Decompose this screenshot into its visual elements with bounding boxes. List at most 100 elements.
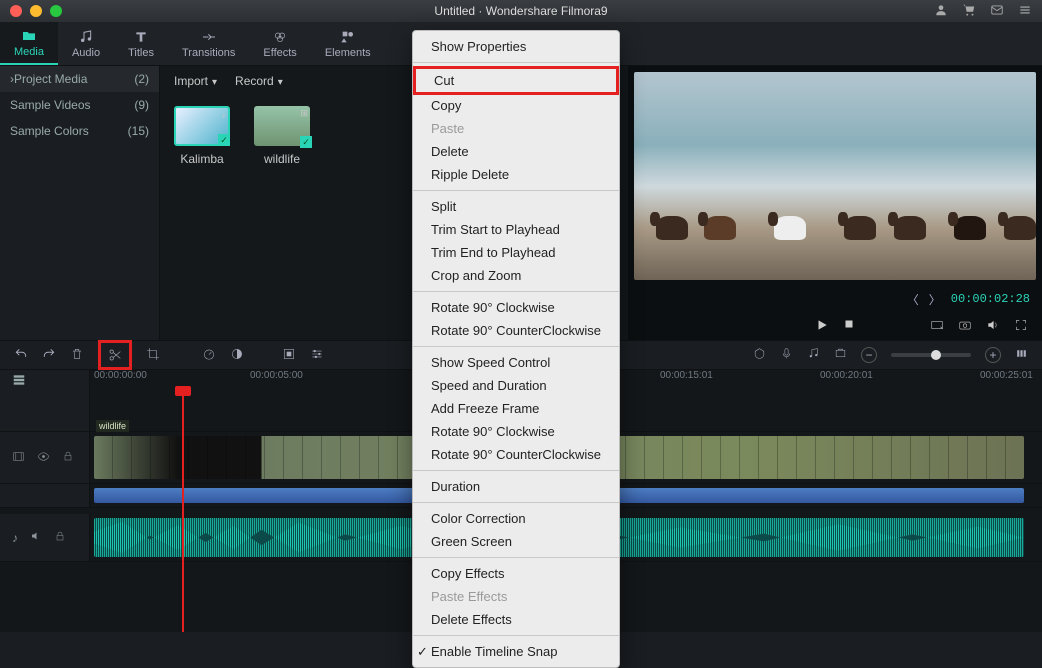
menu-item[interactable]: Enable Timeline Snap <box>413 640 619 663</box>
zoom-out-button[interactable]: − <box>861 347 877 363</box>
stop-button[interactable] <box>843 318 855 335</box>
menu-separator <box>413 190 619 191</box>
lock-icon[interactable] <box>62 450 74 465</box>
preview-panel: 〈 〉 00:00:02:28 <box>628 66 1042 340</box>
close-window-button[interactable] <box>10 5 22 17</box>
color-button[interactable] <box>230 347 244 364</box>
render-icon[interactable] <box>834 347 847 363</box>
zoom-in-button[interactable]: + <box>985 347 1001 363</box>
delete-button[interactable] <box>70 347 84 364</box>
sidebar-item-label: Project Media <box>14 72 87 86</box>
menu-item[interactable]: Green Screen <box>413 530 619 553</box>
menu-separator <box>413 346 619 347</box>
prev-frame-icon[interactable]: 〈 <box>907 291 919 308</box>
tab-effects[interactable]: Effects <box>249 22 310 65</box>
preview-viewport[interactable] <box>634 72 1036 280</box>
sidebar-count: (9) <box>134 98 149 112</box>
tab-label: Transitions <box>182 47 235 59</box>
next-frame-icon[interactable]: 〉 <box>929 291 941 308</box>
speaker-icon[interactable] <box>30 530 42 545</box>
menu-item[interactable]: Rotate 90° Clockwise <box>413 420 619 443</box>
sidebar-item-sample-colors[interactable]: Sample Colors(15) <box>0 118 159 144</box>
zoom-slider[interactable] <box>891 353 971 357</box>
settings-icon[interactable] <box>1018 3 1032 20</box>
playhead[interactable] <box>182 392 184 632</box>
chevron-down-icon: ▾ <box>278 77 283 88</box>
media-clip[interactable]: ♪✓ Kalimba <box>174 106 230 166</box>
crop-button[interactable] <box>146 347 160 364</box>
menu-item[interactable]: Rotate 90° Clockwise <box>413 296 619 319</box>
checkmark-icon: ✓ <box>218 134 230 146</box>
ruler-mark: 00:00:05:00 <box>250 370 303 381</box>
screenshot-export-icon[interactable] <box>930 318 944 335</box>
zoom-fit-icon[interactable] <box>1015 347 1028 363</box>
menu-item[interactable]: Add Freeze Frame <box>413 397 619 420</box>
sidebar-item-label: Sample Videos <box>10 98 91 112</box>
menu-item[interactable]: Rotate 90° CounterClockwise <box>413 443 619 466</box>
fullscreen-icon[interactable] <box>1014 318 1028 335</box>
import-dropdown[interactable]: Import▾ <box>174 74 217 88</box>
menu-separator <box>413 557 619 558</box>
sidebar-item-label: Sample Colors <box>10 124 89 138</box>
media-clip[interactable]: ⊞✓ wildlife <box>254 106 310 166</box>
record-label: Record <box>235 74 274 88</box>
filmstrip-icon[interactable] <box>12 450 25 466</box>
eye-icon[interactable] <box>37 450 50 466</box>
tab-media[interactable]: Media <box>0 22 58 65</box>
track-manager-icon[interactable] <box>12 373 26 390</box>
menu-item: Paste <box>413 117 619 140</box>
menu-item[interactable]: Duration <box>413 475 619 498</box>
ruler-mark: 00:00:20:01 <box>820 370 873 381</box>
clip-label: wildlife <box>96 420 129 432</box>
checkmark-icon: ✓ <box>300 136 312 148</box>
undo-button[interactable] <box>14 347 28 364</box>
tab-elements[interactable]: Elements <box>311 22 385 65</box>
marker-icon[interactable] <box>753 347 766 363</box>
menu-item[interactable]: Rotate 90° CounterClockwise <box>413 319 619 342</box>
menu-item[interactable]: Show Properties <box>413 35 619 58</box>
voiceover-icon[interactable] <box>780 347 793 363</box>
sidebar-item-project-media[interactable]: ›Project Media(2) <box>0 66 159 92</box>
menu-item[interactable]: Copy Effects <box>413 562 619 585</box>
tab-titles[interactable]: Titles <box>114 22 168 65</box>
menu-item[interactable]: Speed and Duration <box>413 374 619 397</box>
menu-separator <box>413 470 619 471</box>
menu-item[interactable]: Show Speed Control <box>413 351 619 374</box>
ruler-mark: 00:00:15:01 <box>660 370 713 381</box>
account-icon[interactable] <box>934 3 948 20</box>
speed-button[interactable] <box>202 347 216 364</box>
music-icon[interactable] <box>807 347 820 363</box>
mail-icon[interactable] <box>990 3 1004 20</box>
menu-item[interactable]: Ripple Delete <box>413 163 619 186</box>
minimize-window-button[interactable] <box>30 5 42 17</box>
menu-item[interactable]: Trim End to Playhead <box>413 241 619 264</box>
snapshot-icon[interactable] <box>958 318 972 335</box>
menu-item[interactable]: Color Correction <box>413 507 619 530</box>
tab-audio[interactable]: Audio <box>58 22 114 65</box>
sidebar-item-sample-videos[interactable]: Sample Videos (9) <box>0 92 159 118</box>
green-screen-button[interactable] <box>282 347 296 364</box>
lock-icon[interactable] <box>54 530 66 545</box>
zoom-window-button[interactable] <box>50 5 62 17</box>
cart-icon[interactable] <box>962 3 976 20</box>
menu-separator <box>413 502 619 503</box>
tab-transitions[interactable]: Transitions <box>168 22 249 65</box>
menu-item[interactable]: Split <box>413 195 619 218</box>
menu-item[interactable]: Cut <box>413 66 619 95</box>
timecode: 00:00:02:28 <box>951 292 1030 306</box>
menu-item[interactable]: Crop and Zoom <box>413 264 619 287</box>
menu-separator <box>413 62 619 63</box>
menu-item[interactable]: Trim Start to Playhead <box>413 218 619 241</box>
tab-label: Elements <box>325 47 371 59</box>
menu-item[interactable]: Delete Effects <box>413 608 619 631</box>
split-button[interactable] <box>98 340 132 370</box>
adjust-button[interactable] <box>310 347 324 364</box>
record-dropdown[interactable]: Record ▾ <box>235 74 283 88</box>
menu-item[interactable]: Copy <box>413 94 619 117</box>
music-icon[interactable]: ♪ <box>12 531 18 545</box>
menu-item[interactable]: Delete <box>413 140 619 163</box>
volume-icon[interactable] <box>986 318 1000 335</box>
play-button[interactable] <box>815 318 829 335</box>
redo-button[interactable] <box>42 347 56 364</box>
ruler-mark: 00:00:25:01 <box>980 370 1033 381</box>
